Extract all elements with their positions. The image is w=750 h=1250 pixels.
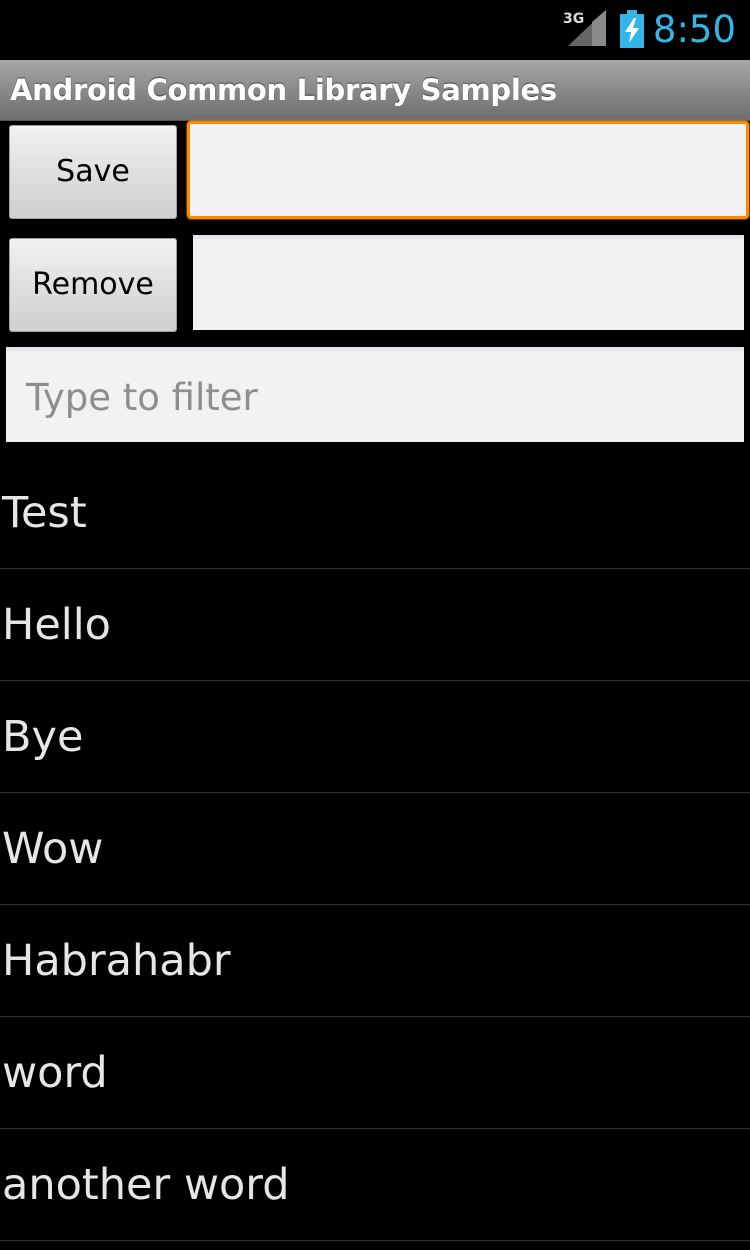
save-input[interactable] <box>187 121 749 219</box>
list-item-label: Wow <box>2 824 104 874</box>
app-title: Android Common Library Samples <box>10 73 557 107</box>
list-item-label: Test <box>2 488 87 538</box>
list-item-label: Habrahabr <box>2 936 231 986</box>
network-type-label: 3G <box>563 11 584 27</box>
status-bar: 3G 8:50 <box>0 0 750 60</box>
filter-placeholder: Type to filter <box>26 376 258 419</box>
signal-3g-icon: 3G <box>563 10 606 46</box>
list-item[interactable]: Bye <box>0 681 750 793</box>
save-button[interactable]: Save <box>9 125 177 219</box>
list-item[interactable]: word <box>0 1017 750 1129</box>
filter-input[interactable]: Type to filter <box>6 347 744 442</box>
list-item[interactable]: Test <box>0 457 750 569</box>
remove-button[interactable]: Remove <box>9 238 177 332</box>
list-item[interactable]: Wow <box>0 793 750 905</box>
remove-input[interactable] <box>193 235 744 330</box>
list-item[interactable]: another word <box>0 1129 750 1241</box>
battery-charging-icon <box>620 10 644 48</box>
items-list[interactable]: Test Hello Bye Wow Habrahabr word anothe… <box>0 457 750 1241</box>
status-clock: 8:50 <box>652 8 736 51</box>
list-item-label: Hello <box>2 600 111 650</box>
list-item-label: Bye <box>2 712 84 762</box>
action-bar: Android Common Library Samples <box>0 60 750 121</box>
list-item[interactable]: Habrahabr <box>0 905 750 1017</box>
list-item-label: word <box>2 1048 108 1098</box>
list-item[interactable]: Hello <box>0 569 750 681</box>
list-item-label: another word <box>2 1160 290 1210</box>
